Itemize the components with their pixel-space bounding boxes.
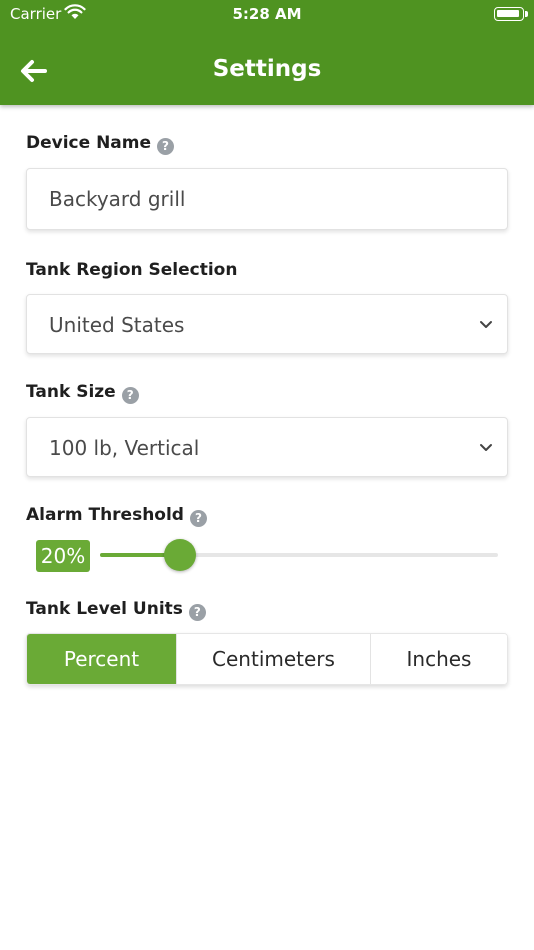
chevron-down-icon bbox=[480, 444, 492, 451]
chevron-down-icon bbox=[480, 321, 492, 328]
tank-region-value: United States bbox=[49, 313, 185, 337]
units-option-inches[interactable]: Inches bbox=[370, 634, 507, 684]
alarm-threshold-value-badge: 20% bbox=[36, 540, 90, 572]
units-option-percent[interactable]: Percent bbox=[27, 634, 176, 684]
app-header: Carrier 5:28 AM Settings bbox=[0, 0, 534, 105]
tank-region-label: Tank Region Selection bbox=[26, 260, 238, 280]
help-icon[interactable]: ? bbox=[121, 387, 139, 404]
device-name-label-row: Device Name? bbox=[26, 133, 175, 155]
help-icon[interactable]: ? bbox=[157, 138, 175, 155]
status-bar: Carrier 5:28 AM bbox=[0, 0, 534, 28]
device-name-value: Backyard grill bbox=[49, 187, 186, 211]
units-option-centimeters[interactable]: Centimeters bbox=[176, 634, 370, 684]
tank-size-select[interactable]: 100 lb, Vertical bbox=[26, 417, 508, 477]
tank-level-units-label: Tank Level Units bbox=[26, 599, 183, 619]
alarm-threshold-slider: 20% bbox=[36, 538, 506, 574]
battery-icon bbox=[494, 7, 528, 21]
device-name-field[interactable]: Backyard grill bbox=[26, 168, 508, 230]
tank-level-units-label-row: Tank Level Units? bbox=[26, 599, 206, 621]
page-title: Settings bbox=[212, 56, 322, 82]
tank-size-value: 100 lb, Vertical bbox=[49, 436, 200, 460]
help-icon[interactable]: ? bbox=[188, 604, 206, 621]
alarm-threshold-label: Alarm Threshold bbox=[26, 505, 184, 525]
tank-size-label: Tank Size bbox=[26, 382, 116, 402]
help-icon[interactable]: ? bbox=[189, 510, 207, 527]
tank-size-label-row: Tank Size? bbox=[26, 382, 139, 404]
slider-track[interactable] bbox=[100, 539, 498, 571]
tank-region-select[interactable]: United States bbox=[26, 294, 508, 354]
alarm-threshold-label-row: Alarm Threshold? bbox=[26, 505, 207, 527]
device-name-label: Device Name bbox=[26, 133, 152, 153]
tank-level-units-segmented-control: Percent Centimeters Inches bbox=[26, 633, 508, 685]
status-time: 5:28 AM bbox=[232, 5, 302, 23]
slider-thumb[interactable] bbox=[164, 539, 196, 571]
